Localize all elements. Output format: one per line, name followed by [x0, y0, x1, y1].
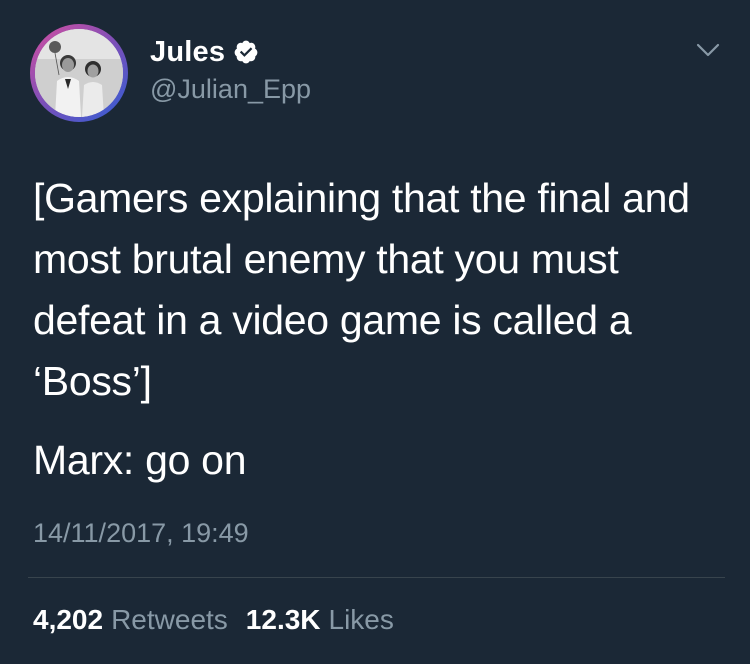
likes-count: 12.3K: [245, 604, 321, 635]
retweets-stat[interactable]: 4,202 Retweets: [33, 604, 228, 636]
user-handle[interactable]: @Julian_Epp: [150, 74, 311, 105]
tweet-card: Jules @Julian_Epp [Gamers explaining tha…: [0, 0, 750, 664]
verified-badge-icon: [233, 39, 259, 65]
tweet-paragraph: [Gamers explaining that the final and mo…: [33, 175, 690, 404]
tweet-text: [Gamers explaining that the final and mo…: [33, 168, 723, 491]
display-name[interactable]: Jules: [150, 36, 225, 69]
author-name-row[interactable]: Jules: [150, 34, 259, 70]
retweets-label: Retweets: [111, 604, 228, 635]
avatar-image: [35, 29, 123, 117]
likes-label: Likes: [328, 604, 394, 635]
likes-stat[interactable]: 12.3K Likes: [246, 604, 394, 636]
divider: [28, 577, 725, 578]
chevron-down-icon[interactable]: [694, 40, 722, 60]
avatar[interactable]: [30, 24, 128, 122]
tweet-paragraph: Marx: go on: [33, 437, 247, 483]
tweet-timestamp[interactable]: 14/11/2017, 19:49: [33, 518, 249, 549]
tweet-stats: 4,202 Retweets 12.3K Likes: [33, 604, 412, 636]
retweets-count: 4,202: [33, 604, 104, 635]
avatar-photo: [35, 29, 123, 117]
